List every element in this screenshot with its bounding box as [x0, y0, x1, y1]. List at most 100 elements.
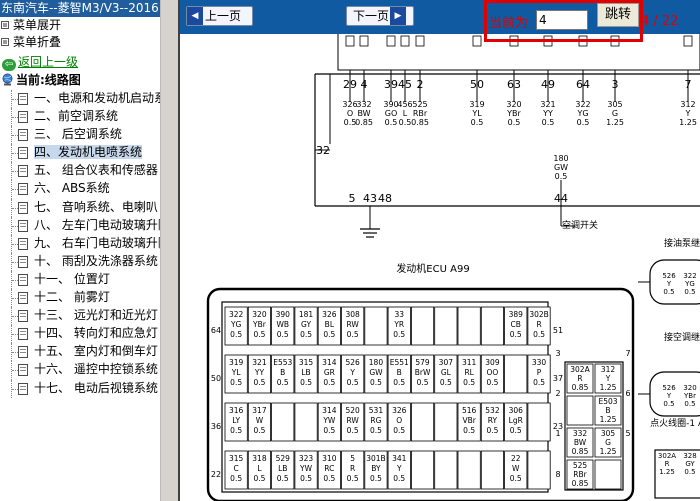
- wire-label: 0.5: [510, 474, 522, 483]
- tree-item[interactable]: 十二、 前雾灯: [0, 289, 160, 308]
- wire-label: 305: [607, 100, 622, 109]
- wire-label: Y: [685, 109, 691, 118]
- wire-label: GR: [324, 368, 335, 377]
- wire-label: 0.5: [684, 400, 695, 408]
- wire-label: 526: [345, 358, 360, 367]
- document-icon: [18, 183, 28, 196]
- tree-item[interactable]: 十、 雨刮及洗涤器系统: [0, 252, 160, 271]
- tree-item[interactable]: 十六、 遥控中控锁系统: [0, 361, 160, 380]
- tree-item[interactable]: 十七、 电动后视镜系统: [0, 379, 160, 398]
- wire-label: 315: [299, 358, 314, 367]
- wire-label: 525: [573, 461, 588, 470]
- globe-icon: [2, 73, 13, 86]
- wire-label: 390: [383, 100, 398, 109]
- wire-label: VBr: [462, 416, 476, 425]
- pin-number: 37: [553, 374, 563, 383]
- document-icon: [18, 273, 28, 286]
- wire-label: LB: [278, 464, 287, 473]
- go-button[interactable]: 跳转: [597, 3, 639, 27]
- wire-label: 0.85: [411, 118, 429, 127]
- wire-label: B: [397, 368, 402, 377]
- tree-item[interactable]: 九、 右车门电动玻璃升降: [0, 234, 160, 253]
- pin-number: 29: [343, 78, 357, 91]
- page-number-input[interactable]: [536, 10, 588, 30]
- pin-number: 3: [612, 78, 619, 91]
- menu-collapse-button[interactable]: 菜单折叠: [0, 34, 160, 51]
- wire-label: YG: [684, 280, 695, 288]
- wire-label: YBr: [252, 320, 267, 329]
- tree-item[interactable]: 五、 组合仪表和传感器: [0, 162, 160, 181]
- document-icon: [18, 111, 28, 124]
- wire-label: 0.5: [323, 330, 335, 339]
- wire-label: BrW: [415, 368, 431, 377]
- tree-item[interactable]: 十四、 转向灯和应急灯: [0, 325, 160, 344]
- tree-item[interactable]: 十五、 室内灯和倒车灯: [0, 343, 160, 362]
- diagram-label: 接油泵继: [664, 237, 700, 249]
- wire-label: 0.5: [253, 330, 265, 339]
- back-link-label[interactable]: 返回上一级: [18, 55, 78, 69]
- ecu-pin-cell: [410, 450, 435, 490]
- document-icon: [18, 255, 28, 268]
- pin-number: 4: [361, 78, 368, 91]
- wire-label: 0.5: [486, 426, 498, 435]
- ecu-pin-cell: [480, 306, 504, 346]
- tree-item-label: 二、前空调系统: [34, 109, 119, 124]
- tree-item[interactable]: 八、 左车门电动玻璃升降: [0, 216, 160, 235]
- wire-label: R: [350, 464, 355, 473]
- tree-item-label: 五、 组合仪表和传感器: [34, 163, 158, 178]
- arrow-left-icon: ◀: [187, 7, 203, 25]
- pin-number: 3: [555, 349, 560, 358]
- wire-label: C: [234, 464, 239, 473]
- menu-expand-button[interactable]: 菜单展开: [0, 17, 160, 34]
- prev-page-button[interactable]: ◀ 上一页: [186, 6, 253, 26]
- wire-label: 0.5: [347, 378, 359, 387]
- ecu-pin-cell: [457, 450, 481, 490]
- wire-label: YW: [299, 464, 313, 473]
- pin-number: 50: [470, 78, 484, 91]
- tree-item-label: 十五、 室内灯和倒车灯: [34, 344, 158, 359]
- wire-label: 0.5: [393, 330, 405, 339]
- wire-label: Y: [396, 464, 402, 473]
- tree-item-label: 八、 左车门电动玻璃升降: [34, 217, 160, 232]
- wire-label: R: [577, 374, 582, 383]
- diagram-viewer: ◀上一页 下一页▶ 当前为 跳转 4 / 22 2943945250634964…: [180, 0, 700, 501]
- wire-label: 22: [511, 454, 521, 463]
- wire-label: 525: [412, 100, 427, 109]
- tree-item-label: 六、 ABS系统: [34, 181, 110, 196]
- wire-label: YW: [322, 416, 336, 425]
- tree-pane: 东南汽车--菱智M3/V3--2016 菜单展开 菜单折叠 ⇦ 返回上一级 当前:…: [0, 0, 160, 501]
- tree-item[interactable]: 四、发动机电喷系统: [0, 144, 160, 163]
- tree-item[interactable]: 十三、 远光灯和近光灯: [0, 307, 160, 326]
- wire-label: 319: [469, 100, 484, 109]
- wire-label: 328: [683, 452, 696, 460]
- wire-label: YR: [393, 320, 404, 329]
- wire-label: 312: [601, 365, 616, 374]
- pin-number: 2: [417, 78, 424, 91]
- pane-splitter[interactable]: [160, 0, 181, 501]
- tree-item[interactable]: 一、电源和发动机启动系统: [0, 90, 160, 109]
- wire-label: 0.5: [510, 426, 522, 435]
- wire-label: 314: [322, 406, 337, 415]
- wire-label: BY: [371, 464, 381, 473]
- tree-item[interactable]: 六、 ABS系统: [0, 180, 160, 199]
- next-page-button[interactable]: 下一页 ▶: [346, 6, 414, 26]
- tree-item[interactable]: 七、 音响系统、电喇叭: [0, 198, 160, 217]
- pin-number: 63: [507, 78, 521, 91]
- wire-label: RC: [324, 464, 334, 473]
- wire-label: 309: [485, 358, 500, 367]
- wiring-diagram: 29 4 39 45 2 50 63 49 64 3 7326O0.5332BW0.85390GO0…: [206, 34, 700, 501]
- pin-number: 7: [685, 78, 692, 91]
- wire-label: 0.5: [463, 426, 475, 435]
- back-link[interactable]: ⇦ 返回上一级: [2, 54, 78, 71]
- tree-item-label: 九、 右车门电动玻璃升降: [34, 235, 160, 250]
- wire-label: 312: [680, 100, 695, 109]
- wire-label: BW: [357, 109, 370, 118]
- tree-item[interactable]: 三、 后空调系统: [0, 126, 160, 145]
- ecu-pin-cell: [410, 402, 435, 442]
- tree-item[interactable]: 十一、 位置灯: [0, 270, 160, 290]
- wire-label: RL: [464, 368, 474, 377]
- wire-label: 320: [252, 310, 267, 319]
- wire-label: Y: [605, 374, 611, 383]
- tree-item[interactable]: 二、前空调系统: [0, 108, 160, 127]
- pin-number: 44: [554, 192, 568, 205]
